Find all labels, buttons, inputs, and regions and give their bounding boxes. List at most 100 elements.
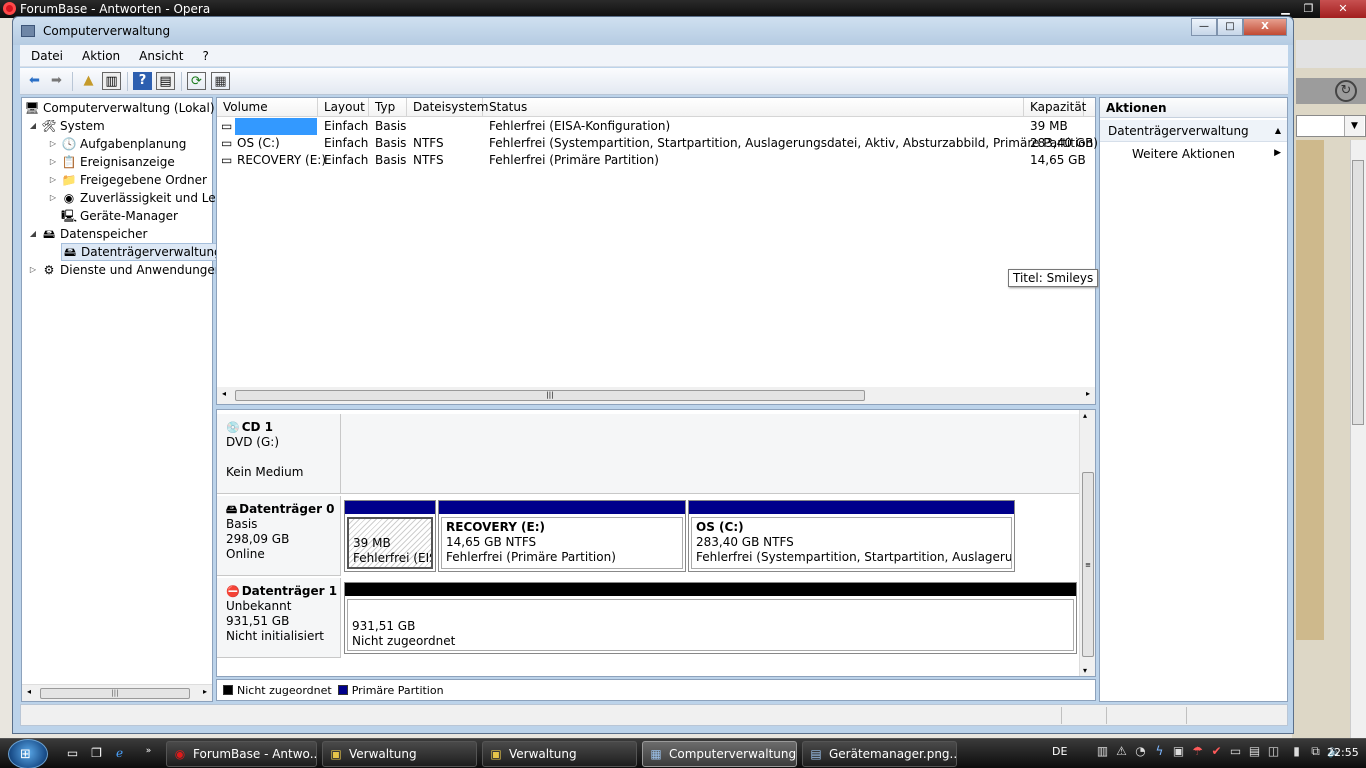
disk-label-cd1[interactable]: 💿 CD 1 DVD (G:) Kein Medium [217,414,341,494]
disk-label-datentraeger-0[interactable]: 🖴 Datenträger 0 Basis 298,09 GB Online [217,496,341,576]
tray-display-icon[interactable]: ▭ [1226,744,1245,762]
disk-vertical-scrollbar[interactable]: ▴ ≡ ▾ [1079,410,1095,676]
partition-body-selected[interactable]: 39 MB Fehlerfrei (EISA [347,517,433,569]
tray-security-icon[interactable]: ✔ [1207,744,1226,762]
task-geraetemanager-png[interactable]: ▤ Gerätemanager.png... [802,741,957,767]
menu-help[interactable]: ? [191,49,216,63]
column-header-typ[interactable]: Typ [369,98,407,117]
cell-volume: RECOVERY (E:) [237,153,327,167]
opera-restore-button[interactable]: ❐ [1297,0,1320,18]
action-weitere-aktionen[interactable]: Weitere Aktionen [1132,147,1235,161]
collapse-arrow-icon[interactable]: ◢ [28,225,38,243]
column-header-status[interactable]: Status [483,98,1024,117]
show-hide-tree-icon[interactable]: ▥ [102,72,121,90]
volume-list: Volume Layout Typ Dateisystem Status Kap… [216,97,1098,405]
tray-computers-icon[interactable]: ⧉ [1306,744,1325,762]
tree-item-dienste[interactable]: ▷ ⚙ Dienste und Anwendungen [28,261,223,279]
menu-ansicht[interactable]: Ansicht [128,49,191,63]
tray-mixer-icon[interactable]: ▤ [1245,744,1264,762]
tray-chip-icon[interactable]: ▣ [1169,744,1188,762]
volume-horizontal-scrollbar[interactable]: ◂ ||| ▸ [217,387,1095,404]
partition-os[interactable]: OS (C:) 283,40 GB NTFS Fehlerfrei (Syste… [688,500,1015,572]
tree-item-label: Aufgabenplanung [80,137,187,151]
scroll-left-arrow-icon[interactable]: ◂ [27,687,31,696]
scroll-left-arrow-icon[interactable]: ◂ [222,389,226,398]
column-header-volume[interactable]: Volume [217,98,318,117]
partition-unallocated[interactable]: 931,51 GB Nicht zugeordnet [344,582,1077,654]
scroll-right-arrow-icon[interactable]: ▸ [203,687,207,696]
switch-windows-icon[interactable]: ❐ [88,746,105,762]
show-desktop-icon[interactable]: ▭ [64,746,81,762]
internet-explorer-icon[interactable]: ℯ [111,746,128,762]
back-arrow-icon[interactable]: ⬅ [25,72,44,90]
tree-item-freigegebene-ordner[interactable]: ▷ 📁 Freigegebene Ordner [48,171,207,189]
titlebar[interactable]: Computerverwaltung — □ X [13,17,1293,45]
column-header-layout[interactable]: Layout [318,98,369,117]
tree-item-datenspeicher[interactable]: ◢ 🖴 Datenspeicher [28,225,147,243]
tray-signal-icon[interactable]: ▮ [1287,744,1306,762]
tree-item-datentraegerverwaltung[interactable]: 🖴 Datenträgerverwaltung [61,243,226,261]
tree-item-system[interactable]: ◢ 🛠 System [28,117,105,135]
expand-arrow-icon[interactable]: ▷ [48,171,58,189]
scroll-up-arrow-icon[interactable]: ▴ [1083,411,1087,420]
language-indicator[interactable]: DE [1052,745,1067,758]
disk-label-datentraeger-1[interactable]: ⛔ Datenträger 1 Unbekannt 931,51 GB Nicht… [217,578,341,658]
task-computerverwaltung[interactable]: ▦ Computerverwaltung [642,741,797,767]
volume-scroll-thumb[interactable]: ||| [235,390,865,401]
opera-scroll-thumb[interactable] [1352,160,1364,425]
refresh-icon[interactable]: ⟳ [187,72,206,90]
tree-item-aufgabenplanung[interactable]: ▷ 🕓 Aufgabenplanung [48,135,186,153]
task-forumbase[interactable]: ◉ ForumBase - Antwo... [166,741,317,767]
tree-horizontal-scrollbar[interactable]: ◂ ||| ▸ [22,684,212,701]
tray-network-icon[interactable]: ⚠ [1112,744,1131,762]
tray-bolt-icon[interactable]: ϟ [1150,744,1169,762]
chevron-down-icon[interactable]: ▼ [1344,116,1364,136]
forward-arrow-icon[interactable]: ➡ [47,72,66,90]
collapse-arrow-icon[interactable]: ◢ [28,117,38,135]
clock[interactable]: 22:55 [1327,746,1359,759]
task-verwaltung-1[interactable]: ▣ Verwaltung [322,741,477,767]
reload-icon[interactable]: ↻ [1335,80,1357,102]
actions-section-header[interactable]: Datenträgerverwaltung ▲ [1100,120,1287,142]
collapse-up-icon[interactable]: ▲ [1275,120,1281,142]
tree-item-zuverlaessigkeit[interactable]: ▷ ◉ Zuverlässigkeit und Leis [48,189,225,207]
task-verwaltung-2[interactable]: ▣ Verwaltung [482,741,637,767]
disk-name: Datenträger 0 [239,502,335,516]
expand-arrow-icon[interactable]: ▷ [48,153,58,171]
column-header-dateisystem[interactable]: Dateisystem [407,98,488,117]
tray-app-icon[interactable]: ▥ [1093,744,1112,762]
help-icon[interactable]: ? [133,72,152,90]
partition-eisa[interactable]: 39 MB Fehlerfrei (EISA [344,500,436,572]
partition-body: OS (C:) 283,40 GB NTFS Fehlerfrei (Syste… [691,517,1012,569]
expand-arrow-icon[interactable]: ▷ [28,261,38,279]
tray-monitor-icon[interactable]: ◫ [1264,744,1283,762]
disk-scroll-thumb[interactable]: ≡ [1082,472,1094,657]
minimize-button[interactable]: — [1191,18,1217,36]
tray-update-icon[interactable]: ◔ [1131,744,1150,762]
expand-arrow-icon[interactable]: ▷ [48,189,58,207]
menu-datei[interactable]: Datei [20,49,71,63]
quicklaunch-more-icon[interactable]: » [140,746,157,762]
volume-name-selected[interactable] [235,118,317,135]
maximize-button[interactable]: □ [1217,18,1243,36]
tray-antivirus-icon[interactable]: ☂ [1188,744,1207,762]
opera-close-button[interactable]: ✕ [1320,0,1366,18]
column-header-kapazitaet[interactable]: Kapazität [1024,98,1086,117]
tree-item-geraete-manager[interactable]: 🖳 Geräte-Manager [61,207,178,225]
menu-aktion[interactable]: Aktion [71,49,128,63]
close-button[interactable]: X [1243,18,1287,36]
tree-item-root[interactable]: 🖥 Computerverwaltung (Lokal) [24,99,214,117]
windows-logo-icon: ⊞ [20,747,31,762]
disk-graph-view: 💿 CD 1 DVD (G:) Kein Medium 🖴 Datenträger … [216,409,1096,677]
scroll-down-arrow-icon[interactable]: ▾ [1083,666,1087,675]
disk-name: CD 1 [241,420,273,434]
scroll-right-arrow-icon[interactable]: ▸ [1086,389,1090,398]
taskbar: ⊞ ▭ ❐ ℯ » ◉ ForumBase - Antwo... ▣ Verwa… [0,738,1366,768]
expand-arrow-icon[interactable]: ▷ [48,135,58,153]
show-hide-action-icon[interactable]: ▤ [156,72,175,90]
up-folder-icon[interactable]: ▲ [79,72,98,90]
tree-item-ereignisanzeige[interactable]: ▷ 📋 Ereignisanzeige [48,153,175,171]
partition-recovery[interactable]: RECOVERY (E:) 14,65 GB NTFS Fehlerfrei (… [438,500,686,572]
tree-scroll-thumb[interactable]: ||| [40,688,190,699]
properties-icon[interactable]: ▦ [211,72,230,90]
